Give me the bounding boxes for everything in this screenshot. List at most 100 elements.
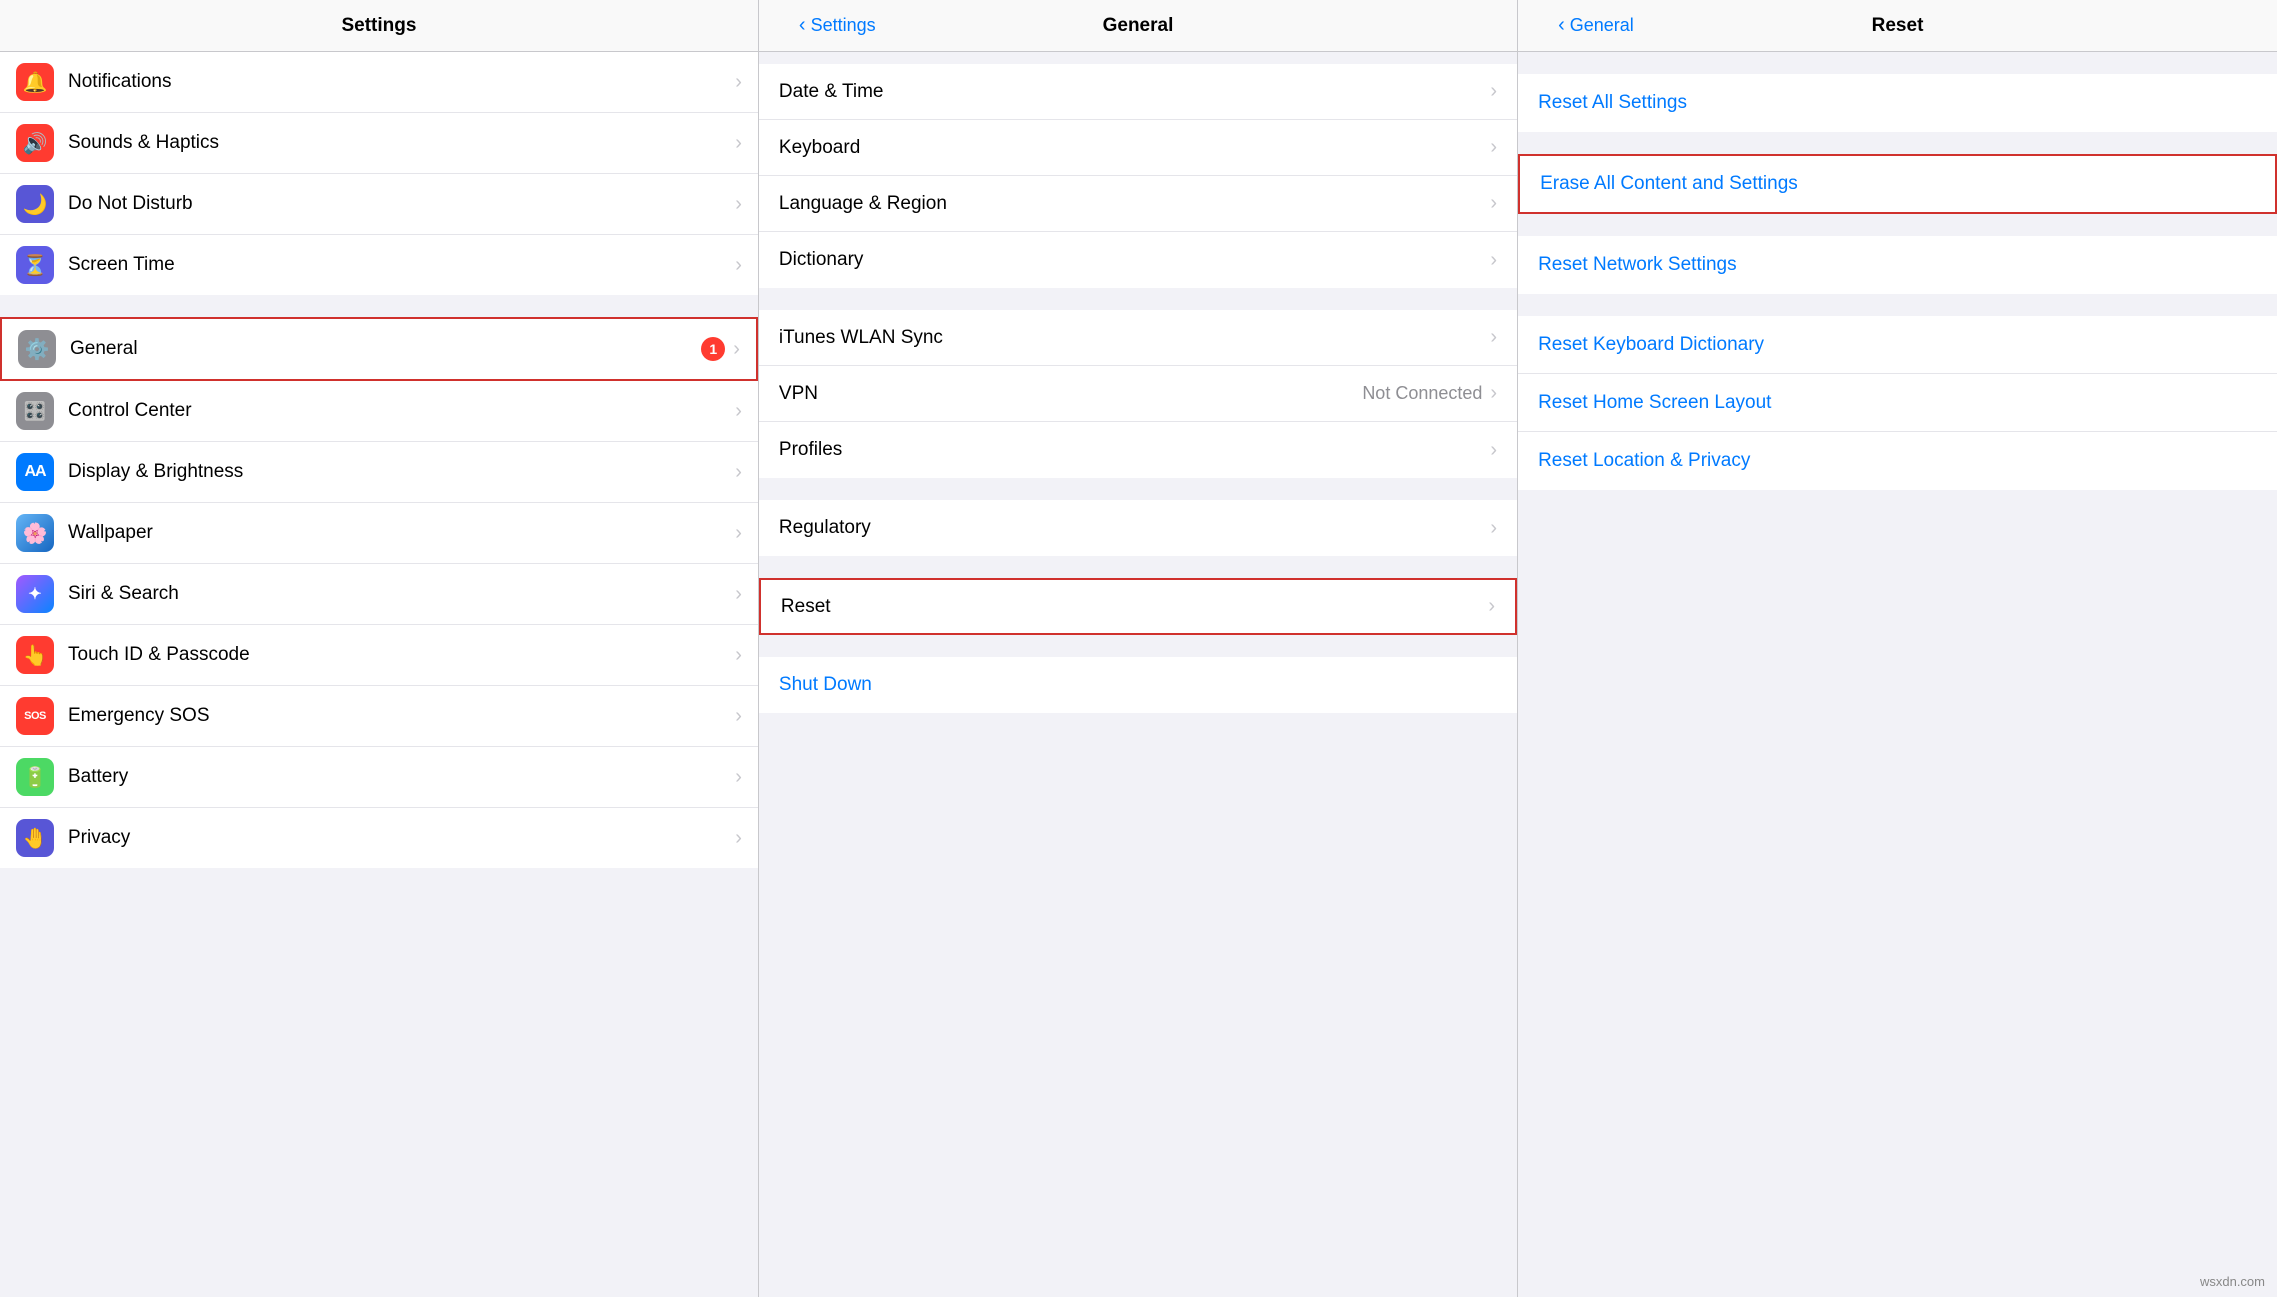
general-item-keyboard[interactable]: Keyboard ›	[759, 120, 1517, 176]
reset-item-keyboard[interactable]: Reset Keyboard Dictionary	[1518, 316, 2277, 374]
settings-item-donotdisturb[interactable]: 🌙 Do Not Disturb ›	[0, 174, 758, 235]
section-separator	[1518, 132, 2277, 154]
general-badge: 1	[701, 337, 725, 361]
chevron-right-icon: ›	[735, 766, 742, 789]
reset-item-homescreen[interactable]: Reset Home Screen Layout	[1518, 374, 2277, 432]
section-separator	[759, 478, 1517, 500]
touchid-icon: 👆	[16, 636, 54, 674]
reset-item-all-settings[interactable]: Reset All Settings	[1518, 74, 2277, 132]
settings-item-wallpaper[interactable]: 🌸 Wallpaper ›	[0, 503, 758, 564]
settings-item-general[interactable]: ⚙️ General 1 ›	[0, 317, 758, 381]
chevron-right-icon: ›	[735, 193, 742, 216]
reset-item-location[interactable]: Reset Location & Privacy	[1518, 432, 2277, 490]
settings-item-screentime[interactable]: ⏳ Screen Time ›	[0, 235, 758, 295]
general-item-vpn[interactable]: VPN Not Connected ›	[759, 366, 1517, 422]
back-chevron-icon: ‹	[799, 14, 806, 37]
screentime-icon: ⏳	[16, 246, 54, 284]
settings-item-privacy[interactable]: 🤚 Privacy ›	[0, 808, 758, 868]
erase-all-label: Erase All Content and Settings	[1540, 173, 1798, 195]
reset-item-erase-all[interactable]: Erase All Content and Settings	[1518, 154, 2277, 214]
general-item-shutdown[interactable]: Shut Down	[759, 657, 1517, 713]
section-separator	[0, 295, 758, 317]
back-chevron-icon: ‹	[1558, 14, 1565, 37]
section-separator	[1518, 214, 2277, 236]
display-icon: AA	[16, 453, 54, 491]
back-to-general[interactable]: ‹ General	[1558, 14, 1634, 37]
general-header-nav: ‹ Settings General	[779, 15, 1497, 37]
general-item-ituneswlan[interactable]: iTunes WLAN Sync ›	[759, 310, 1517, 366]
sounds-label: Sounds & Haptics	[68, 132, 735, 154]
back-to-settings[interactable]: ‹ Settings	[799, 14, 876, 37]
chevron-right-icon: ›	[1490, 382, 1497, 405]
settings-group-2: ⚙️ General 1 › 🎛️ Control Center › AA Di…	[0, 317, 758, 868]
chevron-right-icon: ›	[735, 400, 742, 423]
general-item-datetime[interactable]: Date & Time ›	[759, 64, 1517, 120]
general-group-4: Reset ›	[759, 578, 1517, 635]
controlcenter-label: Control Center	[68, 400, 735, 422]
settings-list-scroll: 🔔 Notifications › 🔊 Sounds & Haptics › 🌙…	[0, 52, 758, 1297]
notifications-icon: 🔔	[16, 63, 54, 101]
section-separator	[1518, 294, 2277, 316]
chevron-right-icon: ›	[735, 461, 742, 484]
donotdisturb-label: Do Not Disturb	[68, 193, 735, 215]
sounds-icon: 🔊	[16, 124, 54, 162]
reset-keyboard-label: Reset Keyboard Dictionary	[1538, 334, 1764, 356]
controlcenter-icon: 🎛️	[16, 392, 54, 430]
settings-item-display[interactable]: AA Display & Brightness ›	[0, 442, 758, 503]
settings-item-sounds[interactable]: 🔊 Sounds & Haptics ›	[0, 113, 758, 174]
section-separator	[759, 288, 1517, 310]
reset-all-settings-label: Reset All Settings	[1538, 92, 1687, 114]
general-item-reset[interactable]: Reset ›	[759, 578, 1517, 635]
chevron-right-icon: ›	[735, 522, 742, 545]
reset-item-network[interactable]: Reset Network Settings	[1518, 236, 2277, 294]
settings-item-emergencysos[interactable]: SOS Emergency SOS ›	[0, 686, 758, 747]
settings-item-touchid[interactable]: 👆 Touch ID & Passcode ›	[0, 625, 758, 686]
emergencysos-label: Emergency SOS	[68, 705, 735, 727]
general-group-3: Regulatory ›	[759, 500, 1517, 556]
general-item-profiles[interactable]: Profiles ›	[759, 422, 1517, 478]
vpn-label: VPN	[779, 383, 1362, 405]
general-group-2: iTunes WLAN Sync › VPN Not Connected › P…	[759, 310, 1517, 478]
settings-header: Settings	[0, 0, 758, 52]
reset-homescreen-label: Reset Home Screen Layout	[1538, 392, 1771, 414]
general-label: General	[70, 338, 701, 360]
display-label: Display & Brightness	[68, 461, 735, 483]
wallpaper-icon: 🌸	[16, 514, 54, 552]
screentime-label: Screen Time	[68, 254, 735, 276]
reset-header: ‹ General Reset	[1518, 0, 2277, 52]
chevron-right-icon: ›	[735, 132, 742, 155]
privacy-icon: 🤚	[16, 819, 54, 857]
general-item-language[interactable]: Language & Region ›	[759, 176, 1517, 232]
reset-column: ‹ General Reset Reset All Settings Erase…	[1518, 0, 2277, 1297]
chevron-right-icon: ›	[1490, 249, 1497, 272]
reset-group-2: Erase All Content and Settings	[1518, 154, 2277, 214]
settings-item-siri[interactable]: ✦ Siri & Search ›	[0, 564, 758, 625]
vpn-value: Not Connected	[1362, 383, 1482, 404]
battery-icon: 🔋	[16, 758, 54, 796]
siri-label: Siri & Search	[68, 583, 735, 605]
settings-item-battery[interactable]: 🔋 Battery ›	[0, 747, 758, 808]
reset-network-label: Reset Network Settings	[1538, 254, 1737, 276]
chevron-right-icon: ›	[735, 71, 742, 94]
donotdisturb-icon: 🌙	[16, 185, 54, 223]
general-item-regulatory[interactable]: Regulatory ›	[759, 500, 1517, 556]
chevron-right-icon: ›	[735, 644, 742, 667]
shutdown-label: Shut Down	[779, 674, 872, 696]
general-column: ‹ Settings General Date & Time › Keyboar…	[759, 0, 1518, 1297]
chevron-right-icon: ›	[735, 705, 742, 728]
general-group-1: Date & Time › Keyboard › Language & Regi…	[759, 64, 1517, 288]
chevron-right-icon: ›	[1490, 439, 1497, 462]
chevron-right-icon: ›	[1490, 80, 1497, 103]
reset-header-nav: ‹ General Reset	[1538, 15, 2257, 37]
reset-group-1: Reset All Settings	[1518, 74, 2277, 132]
settings-item-controlcenter[interactable]: 🎛️ Control Center ›	[0, 381, 758, 442]
chevron-right-icon: ›	[1490, 326, 1497, 349]
general-group-shutdown: Shut Down	[759, 657, 1517, 713]
reset-location-label: Reset Location & Privacy	[1538, 450, 1750, 472]
general-item-dictionary[interactable]: Dictionary ›	[759, 232, 1517, 288]
reset-list-scroll: Reset All Settings Erase All Content and…	[1518, 52, 2277, 1297]
general-list-scroll: Date & Time › Keyboard › Language & Regi…	[759, 52, 1517, 1297]
settings-item-notifications[interactable]: 🔔 Notifications ›	[0, 52, 758, 113]
siri-icon: ✦	[16, 575, 54, 613]
chevron-right-icon: ›	[1490, 136, 1497, 159]
